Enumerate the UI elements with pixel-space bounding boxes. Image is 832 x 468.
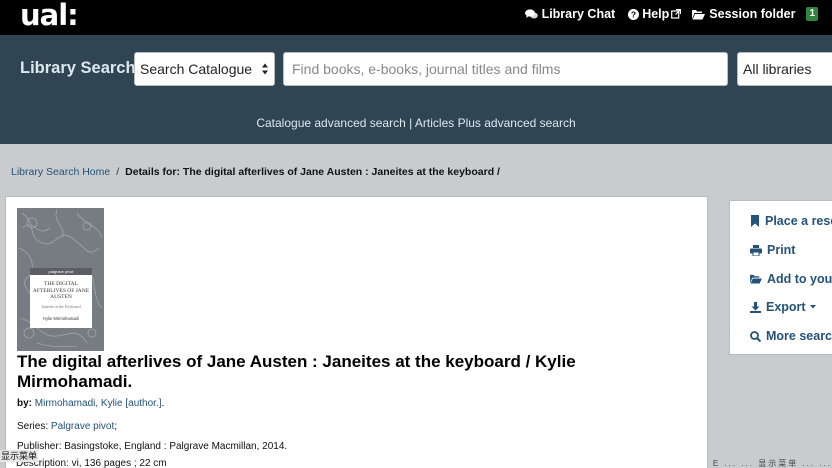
bookmark-icon <box>751 215 759 227</box>
record-author-line: by: Mirmohamadi, Kylie [author.]. <box>17 398 164 409</box>
series-tail: ; <box>114 421 118 432</box>
place-reservation-action[interactable]: Place a rese <box>750 214 832 228</box>
series-link[interactable]: Palgrave pivot <box>51 421 114 432</box>
bottom-strip: 显示菜单 E ... ... 显示菜单 ... ... <box>0 450 832 468</box>
more-searches-action[interactable]: More search <box>750 329 832 343</box>
breadcrumb-separator: / <box>116 166 120 178</box>
svg-text:?: ? <box>631 9 636 19</box>
folder-open-icon <box>692 9 706 19</box>
place-reservation-label: Place a rese <box>765 214 832 228</box>
folder-open-icon <box>750 274 762 284</box>
show-menu-button[interactable]: 显示菜单 <box>0 450 39 462</box>
libraries-select-value: All libraries <box>743 61 812 77</box>
ual-logo[interactable]: ual: <box>20 0 79 30</box>
book-cover-image[interactable]: palgrave pivot THE DIGITAL AFTERLIVES OF… <box>17 208 104 351</box>
session-folder-label: Session folder <box>709 7 796 21</box>
articles-plus-advanced-search-link[interactable]: Articles Plus advanced search <box>415 116 576 130</box>
advanced-search-links: Catalogue advanced search | Articles Plu… <box>0 116 832 130</box>
top-links: Library Chat ? Help Session folder 1 <box>514 0 818 28</box>
series-label: Series: <box>17 421 49 432</box>
add-to-list-action[interactable]: Add to your <box>750 272 832 286</box>
help-label: Help <box>642 7 670 21</box>
search-icon <box>750 330 761 342</box>
library-search-title[interactable]: Library Search <box>20 59 136 78</box>
record-series-line: Series: Palgrave pivot; <box>17 421 117 432</box>
cover-brand: palgrave pivot <box>48 269 74 274</box>
by-label: by: <box>17 398 32 409</box>
chat-icon <box>524 8 538 18</box>
breadcrumb-home-link[interactable]: Library Search Home <box>11 166 110 178</box>
author-tail: . <box>161 398 165 409</box>
caret-down-icon <box>809 305 816 309</box>
print-icon <box>750 244 762 256</box>
book-cover-art <box>17 208 104 351</box>
record-card: palgrave pivot THE DIGITAL AFTERLIVES OF… <box>5 196 708 468</box>
breadcrumb-current: Details for: The digital afterlives of J… <box>125 166 500 178</box>
question-circle-icon: ? <box>628 8 640 20</box>
library-chat-label: Library Chat <box>541 7 616 21</box>
more-searches-label: More search <box>766 329 832 343</box>
breadcrumb: Library Search Home / Details for: The dig… <box>11 166 500 178</box>
print-action[interactable]: Print <box>750 243 795 257</box>
download-icon <box>750 301 761 313</box>
advanced-links-separator: | <box>409 116 413 130</box>
select-arrows-icon <box>262 63 268 75</box>
library-chat-link[interactable]: Library Chat <box>524 7 616 21</box>
help-link[interactable]: ? Help <box>626 7 682 21</box>
cover-title: THE DIGITAL AFTERLIVES OF JANE AUSTEN <box>32 281 90 300</box>
author-link[interactable]: Mirmohamadi, Kylie [author.] <box>35 398 162 409</box>
print-label: Print <box>767 243 796 257</box>
export-action[interactable]: Export <box>750 300 817 314</box>
add-to-list-label: Add to your <box>767 272 832 286</box>
session-count-badge: 1 <box>806 7 818 21</box>
catalogue-select[interactable]: Search Catalogue <box>134 52 275 86</box>
search-band: Library Search Search Catalogue All libr… <box>0 35 832 144</box>
catalogue-select-value: Search Catalogue <box>140 61 253 77</box>
record-actions-panel: Place a rese Print Add to your Export Mo… <box>729 200 832 355</box>
libraries-select[interactable]: All libraries <box>737 52 832 86</box>
bottom-right-text: E ... ... 显示菜单 ... ... <box>712 459 832 468</box>
search-input[interactable] <box>283 52 728 86</box>
cover-author: Kylie Mirmohamadi <box>43 316 79 321</box>
cover-subtitle: Janeites at the Keyboard <box>41 304 81 309</box>
top-bar: ual: Library Chat ? Help Session folder … <box>0 0 832 35</box>
catalogue-advanced-search-link[interactable]: Catalogue advanced search <box>256 116 405 130</box>
session-folder-link[interactable]: Session folder 1 <box>692 7 818 21</box>
export-label: Export <box>766 300 806 314</box>
record-title: The digital afterlives of Jane Austen : … <box>17 352 576 391</box>
external-link-icon <box>671 9 682 19</box>
